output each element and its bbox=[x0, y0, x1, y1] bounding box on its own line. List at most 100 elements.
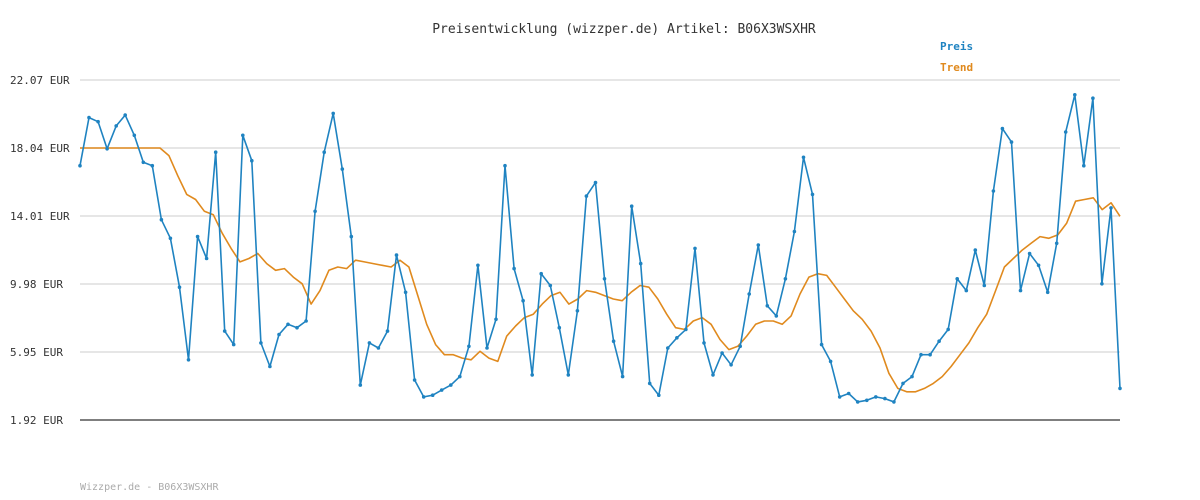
preis-point bbox=[1000, 126, 1005, 131]
preis-point bbox=[485, 346, 489, 350]
legend-entry-trend: Trend bbox=[940, 61, 973, 74]
preis-point bbox=[991, 189, 996, 193]
preis-point bbox=[647, 381, 652, 386]
preis-point bbox=[114, 124, 118, 128]
preis-point bbox=[313, 209, 317, 214]
y-tick-label: 9.98 EUR bbox=[10, 278, 63, 291]
preis-point bbox=[430, 393, 435, 398]
preis-point bbox=[666, 346, 670, 350]
preis-point bbox=[1009, 140, 1014, 144]
preis-point bbox=[1091, 96, 1095, 100]
preis-point bbox=[874, 395, 878, 399]
preis-point bbox=[449, 383, 453, 387]
y-tick-label: 18.04 EUR bbox=[10, 142, 70, 155]
preis-point bbox=[295, 325, 299, 330]
preis-point bbox=[620, 374, 625, 379]
preis-point bbox=[105, 147, 109, 151]
preis-point bbox=[503, 163, 507, 168]
y-tick-label: 22.07 EUR bbox=[10, 74, 70, 87]
preis-point bbox=[982, 283, 987, 288]
preis-point bbox=[919, 352, 923, 357]
preis-point bbox=[412, 378, 417, 382]
preis-point bbox=[241, 133, 245, 138]
preis-point bbox=[394, 253, 399, 257]
preis-point bbox=[367, 341, 372, 345]
price-chart: Preisentwicklung (wizzper.de) Artikel: B… bbox=[0, 0, 1200, 500]
preis-point bbox=[801, 155, 806, 160]
preis-point bbox=[575, 309, 580, 313]
preis-point bbox=[132, 133, 137, 138]
preis-point bbox=[937, 339, 941, 344]
preis-point bbox=[159, 217, 164, 222]
preis-point bbox=[846, 391, 851, 396]
preis-point bbox=[756, 243, 761, 247]
preis-point bbox=[268, 364, 272, 369]
preis-point bbox=[304, 319, 308, 323]
preis-point bbox=[593, 180, 598, 185]
preis-point bbox=[901, 381, 905, 386]
preis-point bbox=[828, 359, 833, 364]
preis-point bbox=[774, 314, 779, 318]
chart-title: Preisentwicklung (wizzper.de) Artikel: B… bbox=[432, 22, 816, 37]
preis-point bbox=[657, 393, 661, 398]
preis-point bbox=[747, 292, 751, 296]
preis-point bbox=[702, 341, 706, 345]
preis-point bbox=[494, 317, 498, 322]
preis-point bbox=[512, 266, 516, 271]
preis-point bbox=[521, 298, 525, 303]
preis-point bbox=[1073, 93, 1077, 97]
preis-point bbox=[611, 339, 616, 344]
preis-point bbox=[1100, 282, 1104, 286]
preis-point bbox=[693, 246, 697, 251]
preis-point bbox=[1109, 206, 1113, 210]
preis-point bbox=[946, 327, 950, 332]
preis-point bbox=[277, 332, 281, 337]
preis-point bbox=[584, 194, 589, 198]
preis-point bbox=[557, 325, 562, 330]
preis-point bbox=[150, 163, 155, 168]
preis-point bbox=[910, 374, 914, 379]
preis-point bbox=[1036, 263, 1041, 268]
preis-point bbox=[928, 352, 932, 357]
preis-point bbox=[385, 329, 390, 333]
preis-point bbox=[539, 271, 543, 276]
preis-point bbox=[123, 113, 127, 117]
preis-point bbox=[259, 341, 263, 345]
preis-point bbox=[819, 342, 824, 347]
preis-point bbox=[177, 285, 182, 290]
preis-point bbox=[675, 336, 679, 340]
preis-point bbox=[231, 342, 236, 347]
preis-point bbox=[421, 395, 426, 399]
preis-point bbox=[566, 373, 571, 377]
chart-background bbox=[0, 0, 1200, 500]
preis-point bbox=[629, 204, 634, 208]
preis-point bbox=[1063, 130, 1068, 134]
preis-point bbox=[602, 277, 607, 281]
preis-point bbox=[286, 322, 290, 327]
preis-point bbox=[213, 150, 218, 154]
preis-point bbox=[96, 119, 100, 124]
preis-point bbox=[340, 167, 345, 171]
preis-point bbox=[168, 236, 173, 241]
preis-point bbox=[883, 396, 887, 401]
preis-point bbox=[403, 290, 408, 295]
preis-point bbox=[1082, 163, 1086, 168]
preis-point bbox=[837, 395, 842, 399]
y-tick-label: 1.92 EUR bbox=[10, 414, 63, 427]
preis-point bbox=[87, 115, 91, 120]
preis-point bbox=[684, 327, 688, 332]
preis-point bbox=[548, 283, 553, 288]
preis-point bbox=[458, 374, 462, 379]
legend-entry-preis: Preis bbox=[940, 40, 973, 53]
y-tick-label: 5.95 EUR bbox=[10, 346, 63, 359]
preis-point bbox=[711, 373, 715, 377]
preis-point bbox=[638, 261, 643, 266]
preis-point bbox=[186, 358, 191, 362]
preis-point bbox=[204, 256, 209, 261]
preis-point bbox=[729, 363, 733, 367]
preis-point bbox=[467, 344, 471, 349]
preis-point bbox=[765, 304, 770, 308]
preis-point bbox=[855, 400, 860, 404]
footer-credit: Wizzper.de - B06X3WSXHR bbox=[80, 482, 219, 493]
preis-point bbox=[1118, 386, 1122, 391]
